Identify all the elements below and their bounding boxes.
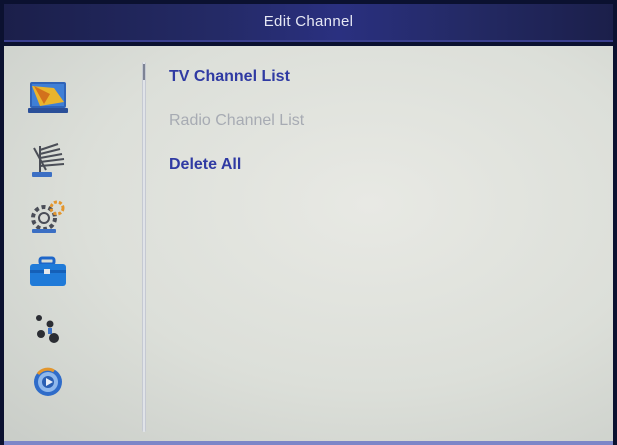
toolbox-icon[interactable] (24, 252, 72, 292)
settings-gear-icon[interactable] (24, 196, 72, 236)
scroll-indicator (143, 64, 145, 80)
header-bar: Edit Channel (4, 4, 613, 42)
media-icon[interactable] (24, 362, 72, 402)
bottom-bar (4, 441, 613, 445)
sidebar-divider (142, 62, 146, 432)
antenna-icon[interactable] (24, 140, 72, 180)
menu-item-tv-channel-list[interactable]: TV Channel List (169, 64, 589, 108)
menu-item-radio-channel-list[interactable]: Radio Channel List (169, 108, 589, 152)
content-panel: TV Channel List Radio Channel List Delet… (4, 46, 613, 441)
games-icon[interactable] (24, 308, 72, 348)
tv-osd-screen: Edit Channel TV Channel List Radio Chann… (0, 0, 617, 445)
sidebar (4, 46, 139, 441)
edit-channel-menu: TV Channel List Radio Channel List Delet… (169, 64, 589, 196)
page-title: Edit Channel (263, 13, 354, 30)
installation-icon[interactable] (24, 76, 72, 116)
menu-item-delete-all[interactable]: Delete All (169, 152, 589, 196)
